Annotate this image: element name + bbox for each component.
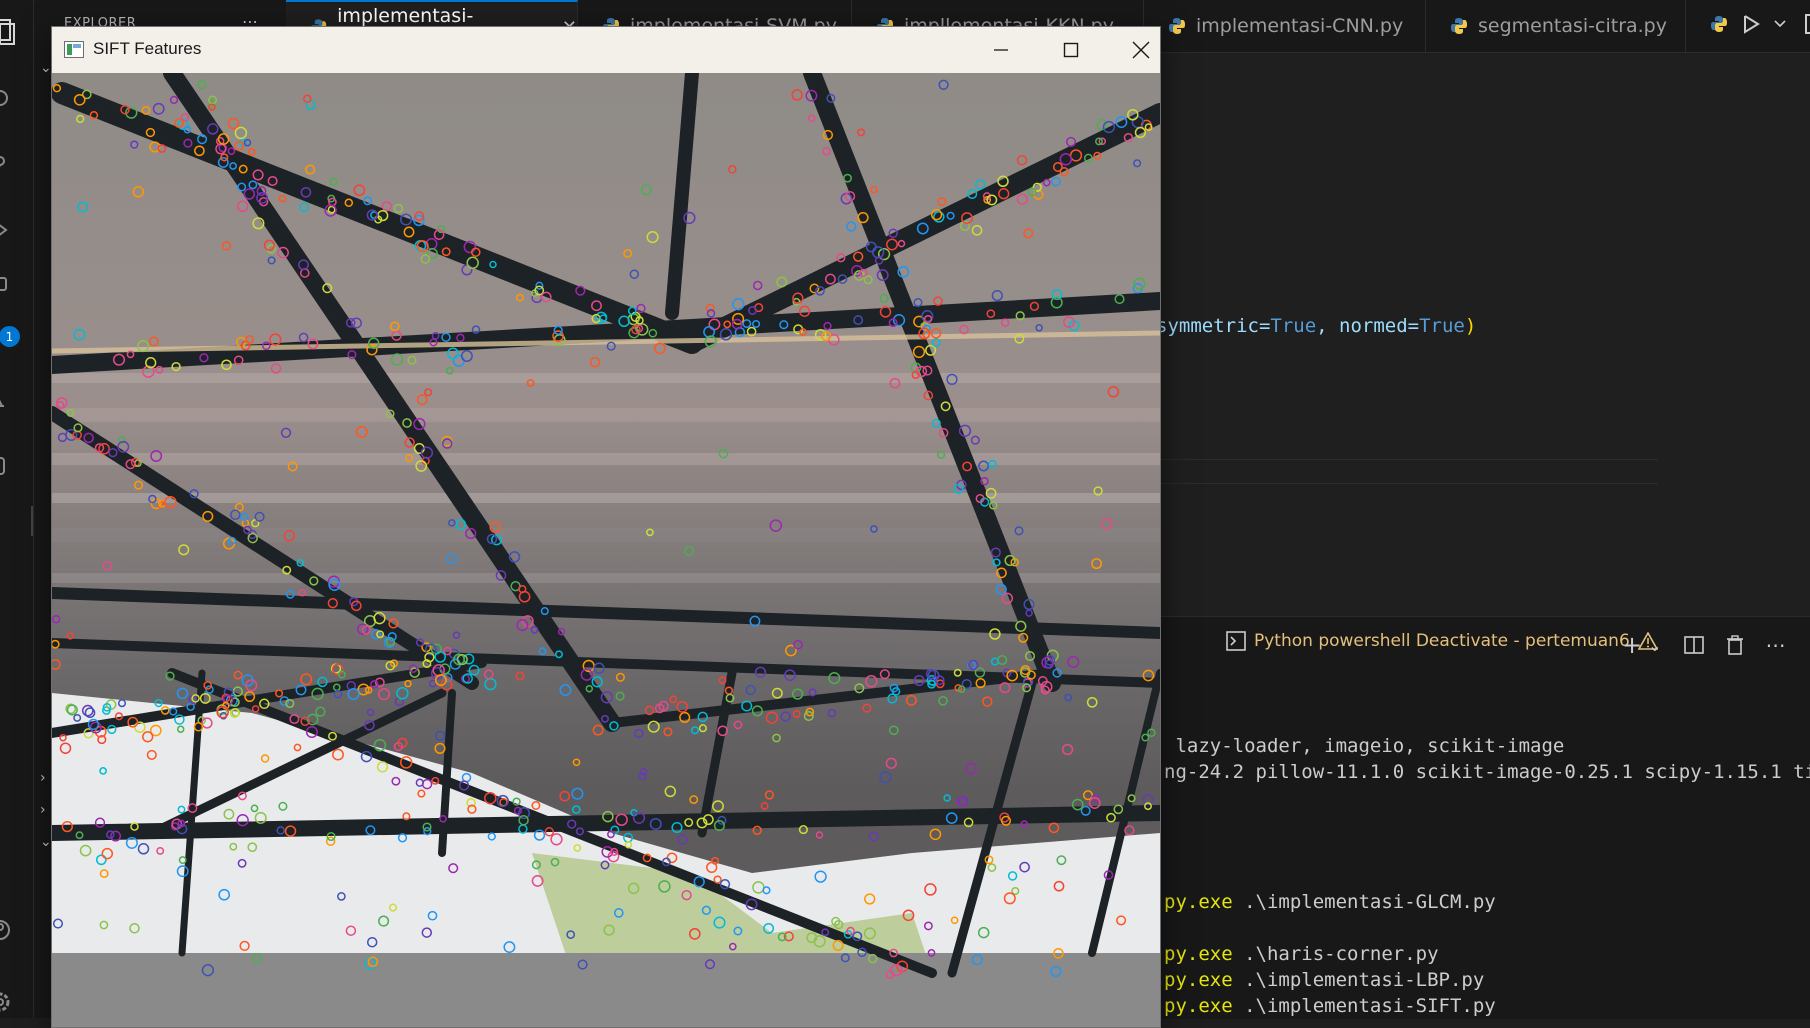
chevron-down-icon[interactable]	[1774, 19, 1786, 29]
testing-icon[interactable]	[0, 376, 33, 416]
sift-image-canvas	[52, 73, 1160, 1027]
chevron-down-icon[interactable]: ⌄	[1648, 636, 1661, 655]
indent-guide	[1156, 459, 1658, 460]
split-editor-icon[interactable]	[1800, 14, 1810, 34]
remote-explorer-icon[interactable]	[0, 446, 33, 486]
window-titlebar[interactable]: SIFT Features	[52, 27, 1160, 73]
terminal-output-line: ng-24.2 pillow-11.1.0 scikit-image-0.25.…	[1164, 761, 1810, 783]
terminal-tab[interactable]: Python powershell Deactivate - pertemuan…	[1226, 631, 1658, 651]
terminal-command-line: py.exe .\haris-corner.py	[1164, 943, 1439, 965]
activity-indicator	[31, 506, 33, 536]
new-terminal-icon[interactable]: +	[1622, 631, 1642, 659]
run-debug-icon[interactable]	[0, 210, 33, 250]
window-title: SIFT Features	[93, 39, 202, 58]
terminal-cmd: py.exe	[1164, 969, 1233, 991]
code-keyword: True	[1419, 315, 1465, 337]
extensions-icon[interactable]	[0, 266, 33, 306]
lower-wall	[52, 953, 1160, 1027]
run-icon[interactable]	[1742, 14, 1760, 34]
code-keyword: True	[1270, 315, 1317, 337]
code-paren: )	[1464, 315, 1477, 337]
activity-bar: 1	[0, 0, 34, 1018]
settings-gear-icon[interactable]	[0, 982, 33, 1022]
tab-label: implementasi-CNN.py	[1196, 15, 1404, 37]
extensions-badge: 1	[0, 326, 20, 347]
terminal-arg: .\implementasi-LBP.py	[1232, 969, 1485, 991]
tab-implementasi-cnn[interactable]: implementasi-CNN.py	[1144, 0, 1426, 52]
close-button[interactable]	[1106, 27, 1176, 73]
python-file-icon	[1451, 18, 1467, 34]
terminal-cmd: py.exe	[1164, 995, 1233, 1017]
sift-features-window[interactable]: SIFT Features	[51, 26, 1161, 1028]
terminal-command-line: py.exe .\implementasi-GLCM.py	[1164, 891, 1496, 913]
minimize-button[interactable]	[966, 27, 1036, 73]
split-terminal-icon[interactable]	[1683, 635, 1704, 655]
chevron-right-icon[interactable]: ›	[40, 770, 46, 786]
indent-guide	[1156, 483, 1658, 484]
editor-actions	[1710, 14, 1810, 34]
search-icon[interactable]	[0, 80, 33, 120]
source-control-icon[interactable]	[0, 146, 33, 186]
terminal-output-line: lazy-loader, imageio, scikit-image	[1164, 735, 1565, 757]
maximize-button[interactable]	[1036, 27, 1106, 73]
terminal-cmd: py.exe	[1164, 891, 1233, 913]
terminal-arg: .\haris-corner.py	[1232, 943, 1439, 965]
terminal-command-line: py.exe .\implementasi-LBP.py	[1164, 969, 1484, 991]
chevron-down-icon[interactable]: ⌄	[40, 60, 52, 76]
code-param: symmetric=	[1156, 315, 1271, 337]
python-icon[interactable]	[1710, 15, 1728, 33]
terminal-cmd: py.exe	[1164, 943, 1233, 965]
terminal-actions: + ⌄ ⋯ ⌃	[1622, 631, 1810, 659]
more-actions-icon[interactable]: ⋯	[1766, 633, 1786, 657]
chevron-down-icon[interactable]: ⌄	[40, 834, 52, 850]
terminal-arg: .\implementasi-SIFT.py	[1232, 995, 1496, 1017]
app-icon	[64, 41, 84, 58]
chevron-right-icon[interactable]: ›	[40, 802, 46, 818]
trash-icon[interactable]	[1726, 635, 1744, 655]
code-line: symmetric=True, normed=True)	[1156, 315, 1476, 337]
close-icon	[1132, 41, 1150, 59]
explorer-icon[interactable]	[0, 12, 33, 52]
tab-label: segmentasi-citra.py	[1478, 15, 1667, 37]
terminal-arg: .\implementasi-GLCM.py	[1232, 891, 1496, 913]
sift-keypoints-image	[52, 73, 1160, 1027]
maximize-icon	[1063, 42, 1079, 58]
minimize-icon	[994, 49, 1008, 51]
terminal-command-line: py.exe .\implementasi-SIFT.py	[1164, 995, 1496, 1017]
code-param: , normed=	[1316, 315, 1420, 337]
account-icon[interactable]	[0, 910, 33, 950]
terminal-icon	[1226, 631, 1246, 651]
terminal-title: Python powershell Deactivate - pertemuan…	[1254, 631, 1630, 651]
tab-segmentasi-citra[interactable]: segmentasi-citra.py	[1426, 0, 1686, 52]
